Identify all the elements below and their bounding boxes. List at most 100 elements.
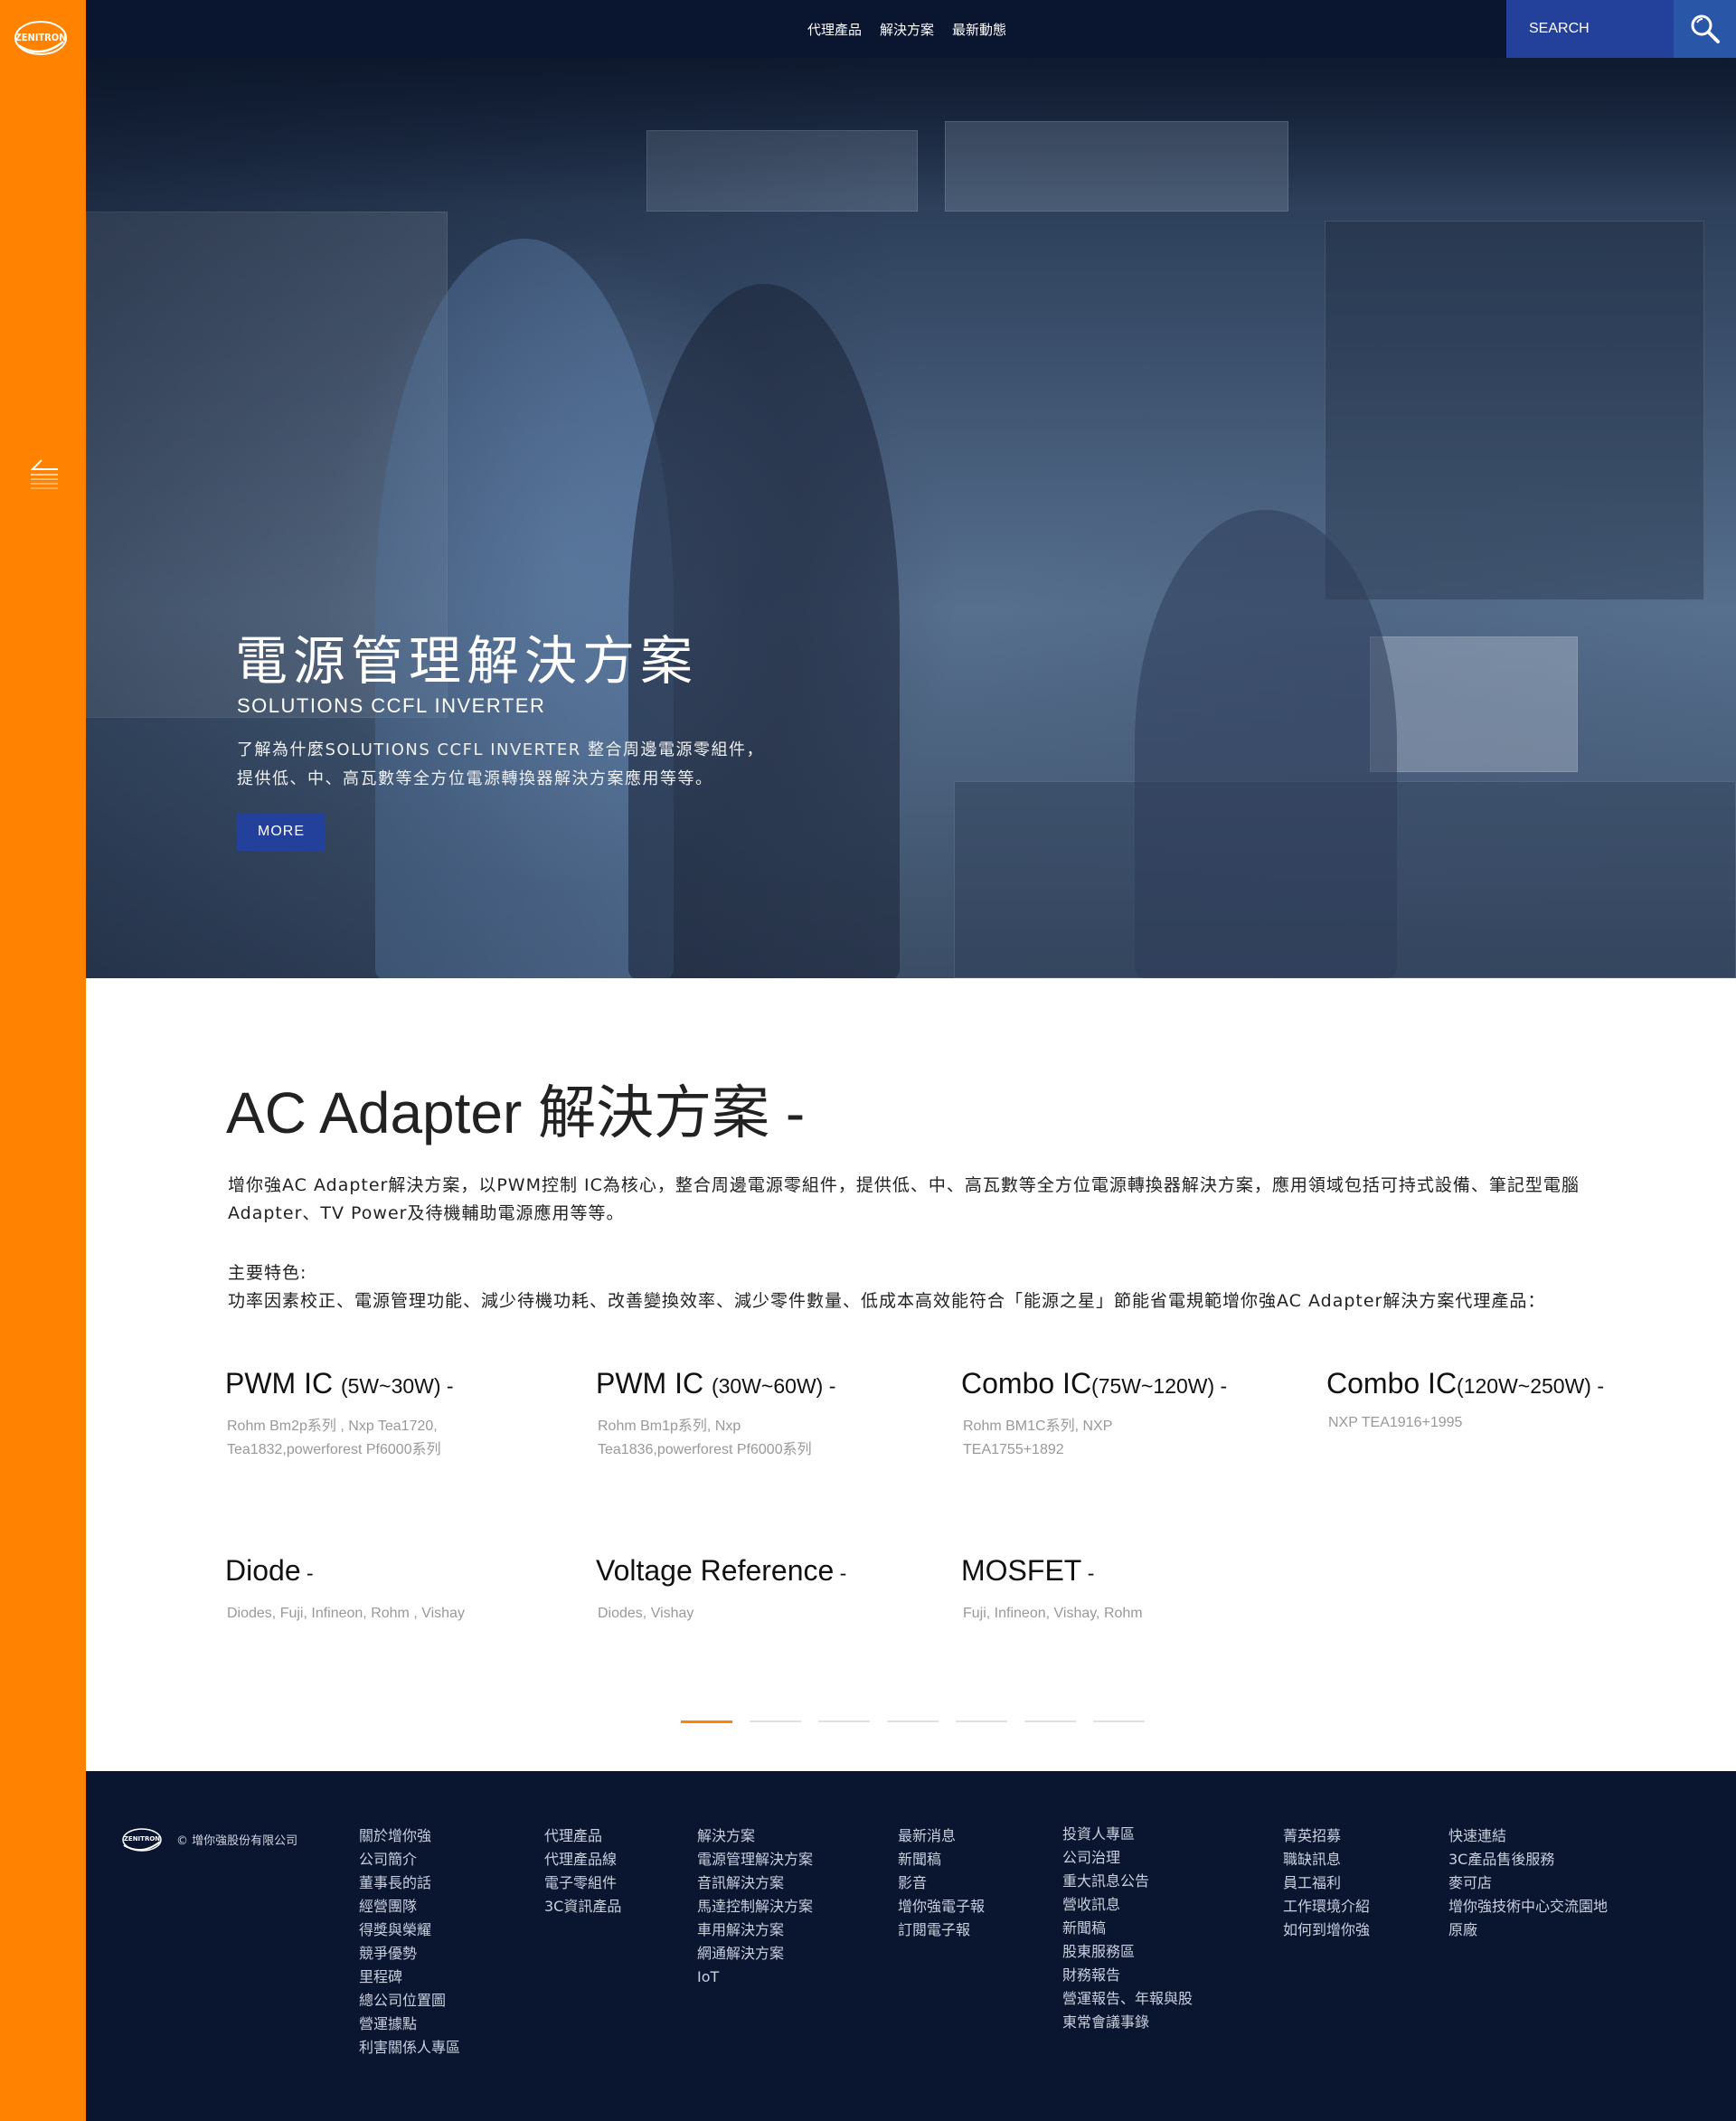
product-card[interactable]: Combo IC(75W~120W) - Rohm BM1C系列, NXP TE… — [961, 1367, 1305, 1462]
footer-link[interactable]: 公司治理 — [1062, 1846, 1193, 1870]
footer-link[interactable]: 訂閱電子報 — [898, 1918, 985, 1942]
logo-text: ZENITRON — [14, 32, 67, 43]
hero-description: 了解為什麼SOLUTIONS CCFL INVERTER 整合周邊電源零組件， … — [237, 736, 924, 794]
more-button[interactable]: MORE — [237, 813, 326, 851]
hero-bg-panel — [1370, 636, 1578, 772]
footer-logo[interactable]: ZENITRON — [120, 1825, 164, 1854]
top-header: 代理產品 解決方案 最新動態 SEARCH — [86, 0, 1736, 58]
section-title: AC Adapter 解決方案 - — [226, 1080, 806, 1145]
footer-link[interactable]: 得獎與榮耀 — [359, 1918, 460, 1942]
footer-link[interactable]: 車用解決方案 — [697, 1918, 813, 1942]
nav-news[interactable]: 最新動態 — [952, 20, 1006, 39]
footer-logo-text: ZENITRON — [124, 1835, 160, 1843]
footer-link[interactable]: 職缺訊息 — [1283, 1848, 1370, 1871]
search-input[interactable]: SEARCH — [1506, 0, 1674, 58]
pager-dot[interactable] — [750, 1720, 801, 1722]
left-sidebar: ZENITRON — [0, 0, 86, 2121]
product-card[interactable]: MOSFET - Fuji, Infineon, Vishay, Rohm — [961, 1554, 1305, 1626]
nav-solutions[interactable]: 解決方案 — [880, 20, 934, 39]
product-card[interactable]: Voltage Reference - Diodes, Vishay — [596, 1554, 939, 1626]
footer-link[interactable]: 網通解決方案 — [697, 1942, 813, 1965]
footer-link[interactable]: 工作環境介紹 — [1283, 1895, 1370, 1918]
footer-link[interactable]: 董事長的話 — [359, 1871, 460, 1895]
footer-link[interactable]: 投資人專區 — [1062, 1823, 1193, 1846]
footer-link[interactable]: 公司簡介 — [359, 1848, 460, 1871]
footer-link[interactable]: 總公司位置圖 — [359, 1989, 460, 2013]
footer-link[interactable]: 新聞稿 — [898, 1848, 985, 1871]
footer-col-news: 最新消息 新聞稿 影音 增你強電子報 訂閱電子報 — [898, 1824, 985, 1942]
section-description: 增你強AC Adapter解決方案，以PWM控制 IC為核心，整合周邊電源零組件… — [228, 1175, 1580, 1223]
footer-link[interactable]: 代理產品 — [544, 1824, 621, 1848]
footer-link[interactable]: 麥可店 — [1448, 1871, 1608, 1895]
search-button[interactable] — [1674, 0, 1736, 58]
nav-products[interactable]: 代理產品 — [807, 20, 862, 39]
menu-icon[interactable] — [29, 458, 60, 491]
copyright: © 增你強股份有限公司 — [176, 1834, 298, 1848]
pager-dot[interactable] — [1024, 1720, 1076, 1722]
features-label: 主要特色: — [228, 1263, 307, 1283]
footer-link[interactable]: 營收訊息 — [1062, 1893, 1193, 1917]
product-card[interactable]: PWM IC (30W~60W) - Rohm Bm1p系列, Nxp Tea1… — [596, 1367, 939, 1462]
pager-dot[interactable] — [1093, 1720, 1145, 1722]
footer-link[interactable]: 增你強電子報 — [898, 1895, 985, 1918]
footer-link[interactable]: 馬達控制解決方案 — [697, 1895, 813, 1918]
footer-link[interactable]: 解決方案 — [697, 1824, 813, 1848]
footer-link[interactable]: 營運報告、年報與股 — [1062, 1987, 1193, 2011]
footer-link[interactable]: 重大訊息公告 — [1062, 1870, 1193, 1893]
hero-shade — [86, 58, 900, 978]
hero-bg-panel — [1325, 221, 1704, 600]
footer-link[interactable]: 經營團隊 — [359, 1895, 460, 1918]
footer-link[interactable]: 股東服務區 — [1062, 1940, 1193, 1964]
product-name: Diode - — [225, 1554, 314, 1587]
hero-banner: 電源管理解決方案 SOLUTIONS CCFL INVERTER 了解為什麼SO… — [86, 58, 1736, 978]
footer-link[interactable]: IoT — [697, 1965, 813, 1989]
features-text: 功率因素校正、電源管理功能、減少待機功耗、改善變換效率、減少零件數量、低成本高效… — [228, 1291, 1546, 1311]
product-card[interactable]: Diode - Diodes, Fuji, Infineon, Rohm , V… — [225, 1554, 569, 1626]
footer-link[interactable]: 3C資訊產品 — [544, 1895, 621, 1918]
footer-link[interactable]: 電子零組件 — [544, 1871, 621, 1895]
pager-dot[interactable] — [681, 1720, 732, 1723]
product-brands: Diodes, Fuji, Infineon, Rohm , Vishay — [227, 1606, 465, 1621]
footer-col-careers: 菁英招募 職缺訊息 員工福利 工作環境介紹 如何到增你強 — [1283, 1824, 1370, 1942]
footer-link[interactable]: 音訊解決方案 — [697, 1871, 813, 1895]
footer-link[interactable]: 快速連結 — [1448, 1824, 1608, 1848]
pager-dot[interactable] — [818, 1720, 870, 1722]
footer-link[interactable]: 競爭優勢 — [359, 1942, 460, 1965]
product-card[interactable]: Combo IC(120W~250W) - NXP TEA1916+1995 — [1326, 1367, 1670, 1435]
search-icon — [1691, 14, 1720, 43]
footer-col-quicklinks: 快速連結 3C產品售後服務 麥可店 增你強技術中心交流園地 原廠 — [1448, 1824, 1608, 1942]
product-name: Combo IC(120W~250W) - — [1326, 1367, 1605, 1400]
product-brands: Fuji, Infineon, Vishay, Rohm — [963, 1606, 1143, 1621]
footer-link[interactable]: 新聞稿 — [1062, 1917, 1193, 1940]
footer-link[interactable]: 最新消息 — [898, 1824, 985, 1848]
footer-link[interactable]: 營運據點 — [359, 2013, 460, 2036]
footer-link[interactable]: 菁英招募 — [1283, 1824, 1370, 1848]
product-brands: Rohm Bm1p系列, Nxp Tea1836,powerforest Pf6… — [598, 1419, 812, 1457]
footer-link[interactable]: 關於增你強 — [359, 1824, 460, 1848]
product-brands: Rohm Bm2p系列 , Nxp Tea1720, Tea1832,power… — [227, 1419, 441, 1457]
footer-link[interactable]: 3C產品售後服務 — [1448, 1848, 1608, 1871]
footer-link[interactable]: 如何到增你強 — [1283, 1918, 1370, 1942]
pager-dot[interactable] — [887, 1720, 939, 1722]
hero-description-line: 提供低、中、高瓦數等全方位電源轉換器解決方案應用等等。 — [237, 769, 713, 788]
main-nav: 代理產品 解決方案 最新動態 — [807, 0, 1006, 58]
zenitron-logo[interactable]: ZENITRON — [13, 18, 69, 58]
footer-link[interactable]: 增你強技術中心交流園地 — [1448, 1895, 1608, 1918]
product-brands: NXP TEA1916+1995 — [1328, 1415, 1463, 1430]
footer-link[interactable]: 財務報告 — [1062, 1964, 1193, 1987]
footer-link[interactable]: 電源管理解決方案 — [697, 1848, 813, 1871]
footer-link[interactable]: 東常會議事錄 — [1062, 2011, 1193, 2034]
product-brands: Diodes, Vishay — [598, 1606, 694, 1621]
footer-link[interactable]: 里程碑 — [359, 1965, 460, 1989]
product-brands: Rohm BM1C系列, NXP TEA1755+1892 — [963, 1419, 1113, 1457]
footer-link[interactable]: 員工福利 — [1283, 1871, 1370, 1895]
footer-link[interactable]: 影音 — [898, 1871, 985, 1895]
hero-description-line: 了解為什麼SOLUTIONS CCFL INVERTER 整合周邊電源零組件， — [237, 740, 764, 759]
footer-link[interactable]: 代理產品線 — [544, 1848, 621, 1871]
footer-link[interactable]: 利害關係人專區 — [359, 2036, 460, 2060]
hero-title: 電源管理解決方案 — [235, 630, 699, 692]
footer-link[interactable]: 原廠 — [1448, 1918, 1608, 1942]
pager-dot[interactable] — [956, 1720, 1007, 1722]
product-card[interactable]: PWM IC (5W~30W) - Rohm Bm2p系列 , Nxp Tea1… — [225, 1367, 569, 1462]
product-name: MOSFET - — [961, 1554, 1095, 1587]
